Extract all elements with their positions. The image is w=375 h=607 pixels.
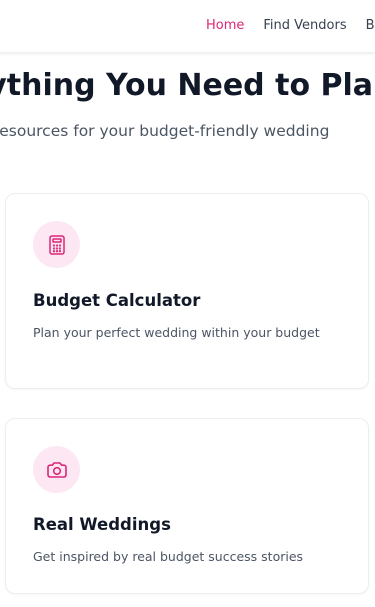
feature-card-real-weddings[interactable]: Real Weddings Get inspired by real budge… <box>5 418 369 594</box>
card-description: Get inspired by real budget success stor… <box>33 549 304 564</box>
card-icon-badge <box>33 221 80 268</box>
nav-links: Home Find Vendors Blog <box>206 18 375 34</box>
hero-subtitle: The tools and resources for your budget-… <box>0 122 330 140</box>
nav-link-blog[interactable]: Blog <box>366 18 375 34</box>
card-description: Plan your perfect wedding within your bu… <box>33 325 320 340</box>
card-title: Budget Calculator <box>33 291 201 310</box>
top-navbar: Home Find Vendors Blog <box>0 0 375 53</box>
hero-title: Everything You Need to Plan <box>0 68 375 103</box>
card-icon-badge <box>33 446 80 493</box>
nav-link-find-vendors[interactable]: Find Vendors <box>263 18 346 34</box>
card-title: Real Weddings <box>33 515 171 534</box>
page: Home Find Vendors Blog Everything You Ne… <box>0 0 375 607</box>
feature-card-budget-calculator[interactable]: Budget Calculator Plan your perfect wedd… <box>5 193 369 389</box>
calculator-icon <box>48 234 65 255</box>
nav-link-home[interactable]: Home <box>206 18 244 34</box>
camera-icon <box>46 461 67 478</box>
